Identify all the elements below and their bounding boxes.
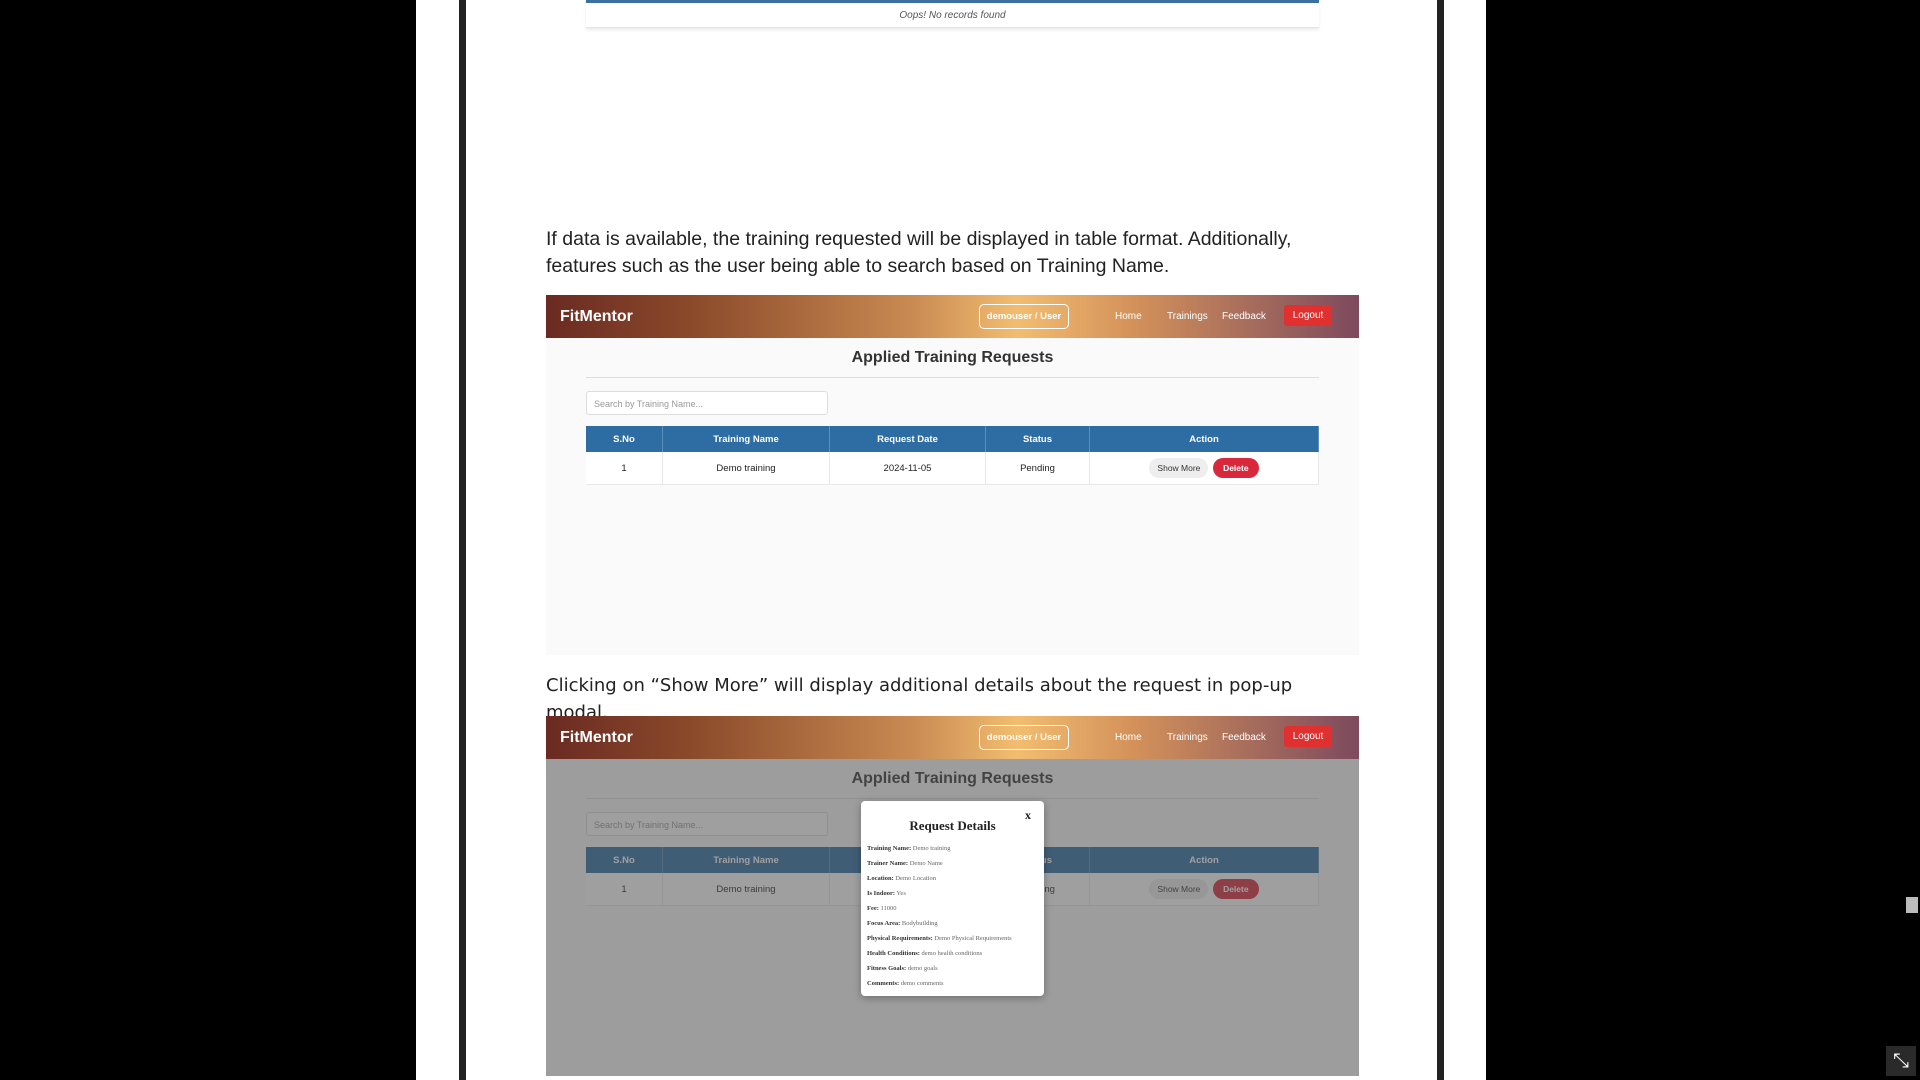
logout-button[interactable]: Logout (1284, 305, 1332, 326)
page-title: Applied Training Requests (851, 349, 1054, 366)
vertical-scrollbar[interactable] (1905, 0, 1920, 1080)
col-sno: S.No (586, 426, 663, 452)
request-details-modal: x Request Details Training Name: Demo tr… (861, 801, 1044, 996)
table-header-edge (586, 0, 1319, 3)
cell-status: Pending (985, 452, 1090, 485)
user-pill[interactable]: demouser / User (979, 304, 1069, 329)
col-status: Status (985, 426, 1090, 452)
cell-training-name: Demo training (662, 452, 830, 485)
detail-row: Fee: 11000 (867, 905, 897, 912)
title-divider (586, 377, 1319, 378)
nav-trainings[interactable]: Trainings (1167, 311, 1208, 322)
nav-trainings[interactable]: Trainings (1167, 732, 1208, 743)
cell-action: Show More Delete (1089, 452, 1319, 485)
detail-row: Training Name: Demo training (867, 845, 951, 852)
detail-row: Comments: demo comments (867, 980, 944, 987)
document-page: Oops! No records found If data is availa… (466, 0, 1437, 1080)
navbar: FitMentor demouser / User Home Trainings… (546, 295, 1359, 338)
exit-fullscreen-icon[interactable]: ⤡ (1886, 1046, 1916, 1076)
user-pill[interactable]: demouser / User (979, 725, 1069, 750)
brand-logo[interactable]: FitMentor (560, 308, 633, 326)
detail-row: Physical Requirements: Demo Physical Req… (867, 935, 1012, 942)
navbar: FitMentor demouser / User Home Trainings… (546, 716, 1359, 759)
page-border-right (1437, 0, 1444, 1080)
detail-row: Health Conditions: demo health condition… (867, 950, 983, 957)
nav-feedback[interactable]: Feedback (1222, 732, 1266, 743)
screenshot-requests-table: FitMentor demouser / User Home Trainings… (546, 295, 1359, 655)
col-training-name: Training Name (662, 426, 830, 452)
cell-sno: 1 (586, 452, 663, 485)
scrollbar-thumb[interactable] (1906, 897, 1918, 913)
detail-row: Trainer Name: Demo Name (867, 860, 943, 867)
detail-row: Is Indoor: Yes (867, 890, 906, 897)
logout-button[interactable]: Logout (1284, 726, 1332, 747)
nav-home[interactable]: Home (1115, 311, 1142, 322)
table-header-row: S.No Training Name Request Date Status A… (586, 426, 1319, 452)
detail-row: Location: Demo Location (867, 875, 936, 882)
nav-home[interactable]: Home (1115, 732, 1142, 743)
col-action: Action (1089, 426, 1319, 452)
nav-feedback[interactable]: Feedback (1222, 311, 1266, 322)
no-records-text: Oops! No records found (899, 10, 1006, 21)
page-border-left (459, 0, 466, 1080)
detail-row: Fitness Goals: demo goals (867, 965, 938, 972)
col-request-date: Request Date (829, 426, 986, 452)
detail-row: Focus Area: Bodybuilding (867, 920, 938, 927)
paragraph-table-info: If data is available, the training reque… (546, 228, 1292, 277)
search-input[interactable]: Search by Training Name... (586, 391, 828, 415)
brand-logo[interactable]: FitMentor (560, 729, 633, 747)
delete-button[interactable]: Delete (1213, 458, 1259, 478)
screenshot-request-modal: FitMentor demouser / User Home Trainings… (546, 716, 1359, 1076)
modal-title: Request Details (909, 818, 996, 833)
modal-fields: Training Name: Demo training Trainer Nam… (867, 841, 1012, 991)
table-row: 1 Demo training 2024-11-05 Pending Show … (586, 452, 1319, 485)
cell-request-date: 2024-11-05 (829, 452, 986, 485)
requests-table: S.No Training Name Request Date Status A… (586, 426, 1319, 485)
empty-table-stub: Oops! No records found (586, 0, 1319, 28)
show-more-button[interactable]: Show More (1149, 458, 1209, 478)
